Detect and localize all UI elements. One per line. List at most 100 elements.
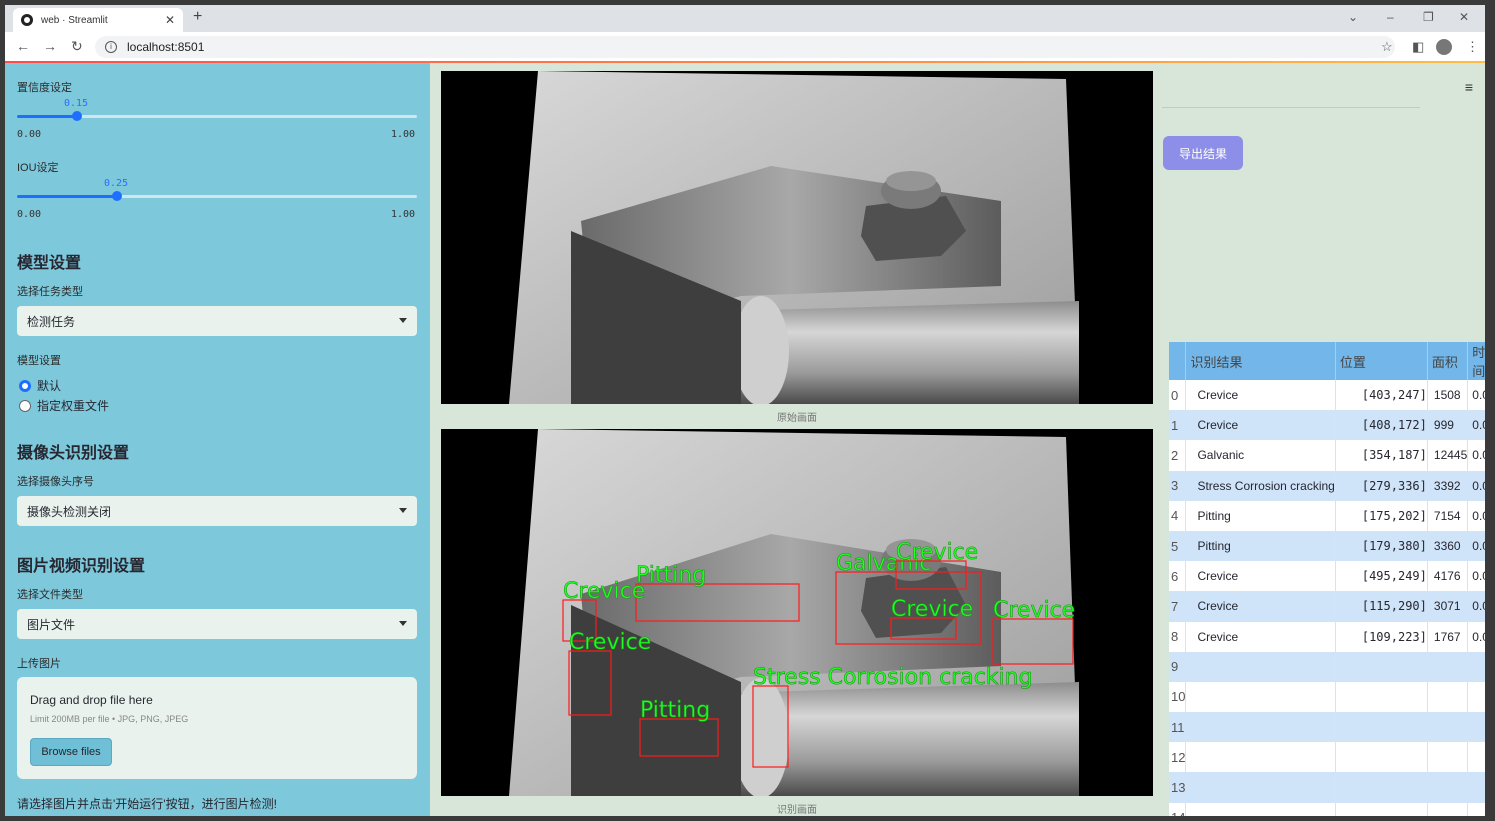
original-caption: 原始画面 xyxy=(777,413,817,424)
header-position[interactable]: 位置 xyxy=(1335,342,1428,380)
cell-time: 0.01 xyxy=(1467,380,1485,411)
detected-image: Pitting Crevice Crevice Galvanic Crevice Crev… xyxy=(441,429,1153,796)
bookmark-star-icon[interactable]: ☆ xyxy=(1381,39,1393,55)
table-row[interactable]: 3 Stress Corrosion cracking [279,336] 3392 0… xyxy=(1169,470,1485,501)
detection-label: Pitting xyxy=(636,563,706,588)
task-type-select[interactable]: 检测任务 xyxy=(17,306,417,336)
cell-area xyxy=(1427,651,1469,682)
cell-area xyxy=(1427,712,1469,743)
restore-icon[interactable]: ❐ xyxy=(1423,10,1434,24)
table-row[interactable]: 1Crevice[408,172]9990.03 xyxy=(1169,410,1485,441)
cell-index: 1 xyxy=(1169,410,1187,441)
table-row[interactable]: 13 xyxy=(1169,772,1485,803)
sidebar: 置信度设定 0.15 0.00 1.00 IOU设定 0.25 0.00 1.0… xyxy=(5,63,430,816)
table-row[interactable]: 8Crevice[109,223]17670.01 xyxy=(1169,621,1485,652)
forward-icon[interactable]: → xyxy=(43,38,57,54)
profile-avatar-icon[interactable] xyxy=(1436,39,1452,58)
table-row[interactable]: 12 xyxy=(1169,742,1485,773)
table-row[interactable]: 11 xyxy=(1169,712,1485,743)
table-row[interactable]: 5Pitting[179,380]33600.04 xyxy=(1169,530,1485,562)
cell-position: [279,336] xyxy=(1335,470,1428,501)
upload-label: 上传图片 xyxy=(17,658,61,670)
camera-section-heading: 摄像头识别设置 xyxy=(17,445,130,462)
cell-class: Crevice xyxy=(1185,621,1336,652)
tab-search-icon[interactable]: ⌄ xyxy=(1348,10,1358,24)
iou-max: 1.00 xyxy=(391,209,416,220)
reload-icon[interactable]: ↻ xyxy=(71,38,83,55)
header-result[interactable]: 识别结果 xyxy=(1185,342,1336,380)
cell-area: 1508 xyxy=(1427,380,1469,411)
close-tab-icon[interactable]: ✕ xyxy=(165,13,175,27)
file-dropzone[interactable]: Drag and drop file here Limit 200MB per … xyxy=(17,677,417,779)
header-index[interactable] xyxy=(1169,342,1187,380)
radio-custom-weights-label: 指定权重文件 xyxy=(37,399,110,413)
cell-area: 3392 xyxy=(1427,470,1469,501)
cell-area: 12445 xyxy=(1427,440,1469,471)
cell-position: [115,290] xyxy=(1335,591,1428,622)
site-info-icon[interactable]: i xyxy=(105,41,117,53)
cell-position: [403,247] xyxy=(1335,380,1428,411)
cell-index: 4 xyxy=(1169,500,1187,531)
radio-default-label: 默认 xyxy=(37,379,62,393)
minimize-icon[interactable]: – xyxy=(1387,10,1394,24)
browse-files-button[interactable]: Browse files xyxy=(30,738,112,766)
results-table: 识别结果 位置 面积 时间 0Crevice[403,247]15080.011… xyxy=(1169,342,1485,816)
iou-min: 0.00 xyxy=(17,209,42,220)
table-row[interactable]: 14 xyxy=(1169,802,1485,816)
cell-index: 8 xyxy=(1169,621,1187,652)
cell-position xyxy=(1335,681,1428,713)
table-row[interactable]: 6Crevice[495,249]41760.05 xyxy=(1169,561,1485,592)
chevron-down-icon xyxy=(399,318,407,323)
cell-time xyxy=(1467,742,1485,773)
camera-select[interactable]: 摄像头检测关闭 xyxy=(17,496,417,526)
url-field[interactable]: i localhost:8501 xyxy=(95,36,1395,58)
hamburger-menu-icon[interactable]: ≡ xyxy=(1465,79,1473,95)
cell-time: 0.04 xyxy=(1467,500,1485,531)
export-results-button[interactable]: 导出结果 xyxy=(1163,136,1243,170)
table-row[interactable]: 9 xyxy=(1169,651,1485,682)
table-row[interactable]: 10 xyxy=(1169,681,1485,713)
confidence-slider[interactable] xyxy=(17,111,417,121)
cell-time xyxy=(1467,802,1485,816)
cell-time: 0.02 xyxy=(1467,591,1485,622)
back-icon[interactable]: ← xyxy=(16,38,30,54)
header-area[interactable]: 面积 xyxy=(1427,342,1469,380)
table-row[interactable]: 4Pitting[175,202]71540.04 xyxy=(1169,500,1485,531)
close-window-icon[interactable]: ✕ xyxy=(1459,10,1469,24)
confidence-slider-thumb[interactable] xyxy=(72,111,82,121)
detection-label: Stress Corrosion cracking xyxy=(753,665,1033,690)
cell-class xyxy=(1185,742,1336,773)
cell-time xyxy=(1467,681,1485,713)
cell-time: 0.05 xyxy=(1467,440,1485,471)
detected-photo: PittingCreviceCreviceGalvanicCreviceCrev… xyxy=(509,429,1079,796)
table-row[interactable]: 2Galvanic[354,187]124450.05 xyxy=(1169,440,1485,471)
file-type-select[interactable]: 图片文件 xyxy=(17,609,417,639)
new-tab-icon[interactable]: + xyxy=(193,8,202,26)
cell-area: 3360 xyxy=(1427,530,1469,562)
radio-default[interactable]: 默认 xyxy=(19,377,61,394)
instruction-text: 请选择图片并点击'开始运行'按钮，进行图片检测! xyxy=(17,797,277,811)
cell-area: 1767 xyxy=(1427,621,1469,652)
cell-class: Galvanic xyxy=(1185,440,1336,471)
cell-position xyxy=(1335,742,1428,773)
cell-index: 0 xyxy=(1169,380,1187,411)
table-row[interactable]: 7Crevice[115,290]30710.02 xyxy=(1169,591,1485,622)
iou-label: IOU设定 xyxy=(17,162,59,174)
task-type-value: 检测任务 xyxy=(27,314,76,329)
radio-selected-icon xyxy=(19,379,31,392)
cell-index: 12 xyxy=(1169,742,1187,773)
browser-tab[interactable]: web · Streamlit ✕ xyxy=(13,8,183,32)
table-row[interactable]: 0Crevice[403,247]15080.01 xyxy=(1169,380,1485,411)
tab-bar: web · Streamlit ✕ + ⌄ – ❐ ✕ xyxy=(5,5,1485,32)
iou-slider-thumb[interactable] xyxy=(112,191,122,201)
confidence-max: 1.00 xyxy=(391,129,416,140)
side-panel-icon[interactable]: ◧ xyxy=(1412,39,1424,55)
header-time[interactable]: 时间 xyxy=(1467,342,1485,380)
iou-slider[interactable] xyxy=(17,191,417,201)
address-bar: ← → ↻ i localhost:8501 ☆ ◧ ⋮ xyxy=(5,32,1485,62)
browser-window: web · Streamlit ✕ + ⌄ – ❐ ✕ ← → ↻ i loca… xyxy=(5,5,1485,816)
radio-custom-weights[interactable]: 指定权重文件 xyxy=(19,397,109,414)
url-text: localhost:8501 xyxy=(127,40,205,54)
menu-kebab-icon[interactable]: ⋮ xyxy=(1466,39,1479,55)
streamlit-favicon-icon xyxy=(21,14,33,26)
